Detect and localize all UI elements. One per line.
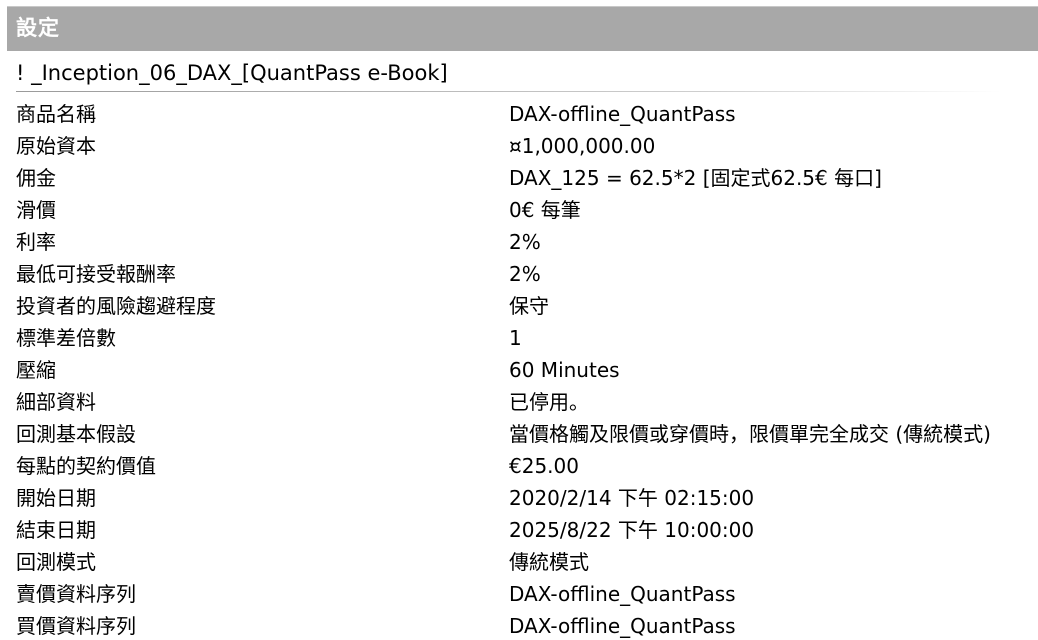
setting-label: 原始資本 <box>16 134 96 158</box>
settings-header: 設定 <box>7 6 1038 51</box>
strategy-title: ! _Inception_06_DAX_[QuantPass e-Book] <box>16 61 448 85</box>
setting-label: 結束日期 <box>16 518 96 542</box>
setting-row-symbol: 商品名稱 DAX-offline_QuantPass <box>0 98 1038 130</box>
setting-value: 傳統模式 <box>509 550 589 574</box>
setting-row-commission: 佣金 DAX_125 = 62.5*2 [固定式62.5€ 每口] <box>0 162 1038 194</box>
setting-value: DAX_125 = 62.5*2 [固定式62.5€ 每口] <box>509 166 882 190</box>
setting-value: 2% <box>509 262 541 286</box>
setting-value: 2025/8/22 下午 10:00:00 <box>509 518 755 542</box>
setting-label: 最低可接受報酬率 <box>16 262 176 286</box>
setting-label: 開始日期 <box>16 486 96 510</box>
setting-row-min-acceptable-return: 最低可接受報酬率 2% <box>0 258 1038 290</box>
setting-value: 0€ 每筆 <box>509 198 581 222</box>
setting-label: 細部資料 <box>16 390 96 414</box>
setting-row-compression: 壓縮 60 Minutes <box>0 354 1038 386</box>
settings-header-title: 設定 <box>16 16 60 40</box>
setting-row-interest-rate: 利率 2% <box>0 226 1038 258</box>
setting-label: 利率 <box>16 230 56 254</box>
setting-value: DAX-offline_QuantPass <box>509 582 736 606</box>
setting-value: 已停用。 <box>509 390 589 414</box>
setting-label: 滑價 <box>16 198 56 222</box>
setting-label: 回測基本假設 <box>16 422 136 446</box>
setting-value: DAX-offline_QuantPass <box>509 614 736 638</box>
setting-row-backtest-mode: 回測模式 傳統模式 <box>0 546 1038 578</box>
setting-row-initial-capital: 原始資本 ¤1,000,000.00 <box>0 130 1038 162</box>
setting-row-point-value: 每點的契約價值 €25.00 <box>0 450 1038 482</box>
setting-value: DAX-offline_QuantPass <box>509 102 736 126</box>
setting-label: 買價資料序列 <box>16 614 136 638</box>
setting-row-std-dev-multiplier: 標準差倍數 1 <box>0 322 1038 354</box>
setting-value: ¤1,000,000.00 <box>509 134 656 158</box>
setting-label: 佣金 <box>16 166 56 190</box>
setting-row-end-date: 結束日期 2025/8/22 下午 10:00:00 <box>0 514 1038 546</box>
setting-value: 2% <box>509 230 541 254</box>
setting-label: 壓縮 <box>16 358 56 382</box>
setting-label: 標準差倍數 <box>16 326 116 350</box>
setting-row-start-date: 開始日期 2020/2/14 下午 02:15:00 <box>0 482 1038 514</box>
setting-value: 2020/2/14 下午 02:15:00 <box>509 486 755 510</box>
setting-label: 回測模式 <box>16 550 96 574</box>
setting-value: 保守 <box>509 294 549 318</box>
setting-label: 賣價資料序列 <box>16 582 136 606</box>
setting-label: 投資者的風險趨避程度 <box>16 294 216 318</box>
setting-row-bid-data-series: 買價資料序列 DAX-offline_QuantPass <box>0 610 1038 640</box>
setting-value: €25.00 <box>509 454 579 478</box>
setting-row-ask-data-series: 賣價資料序列 DAX-offline_QuantPass <box>0 578 1038 610</box>
settings-list: 商品名稱 DAX-offline_QuantPass 原始資本 ¤1,000,0… <box>0 98 1038 640</box>
setting-value: 當價格觸及限價或穿價時，限價單完全成交 (傳統模式) <box>509 422 991 446</box>
setting-value: 1 <box>509 326 522 350</box>
setting-row-detail-data: 細部資料 已停用。 <box>0 386 1038 418</box>
setting-row-slippage: 滑價 0€ 每筆 <box>0 194 1038 226</box>
setting-row-backtest-assumption: 回測基本假設 當價格觸及限價或穿價時，限價單完全成交 (傳統模式) <box>0 418 1038 450</box>
setting-label: 每點的契約價值 <box>16 454 156 478</box>
settings-window: 設定 ! _Inception_06_DAX_[QuantPass e-Book… <box>0 0 1038 640</box>
setting-label: 商品名稱 <box>16 102 96 126</box>
setting-value: 60 Minutes <box>509 358 620 382</box>
setting-row-risk-aversion: 投資者的風險趨避程度 保守 <box>0 290 1038 322</box>
title-divider <box>16 91 1001 92</box>
